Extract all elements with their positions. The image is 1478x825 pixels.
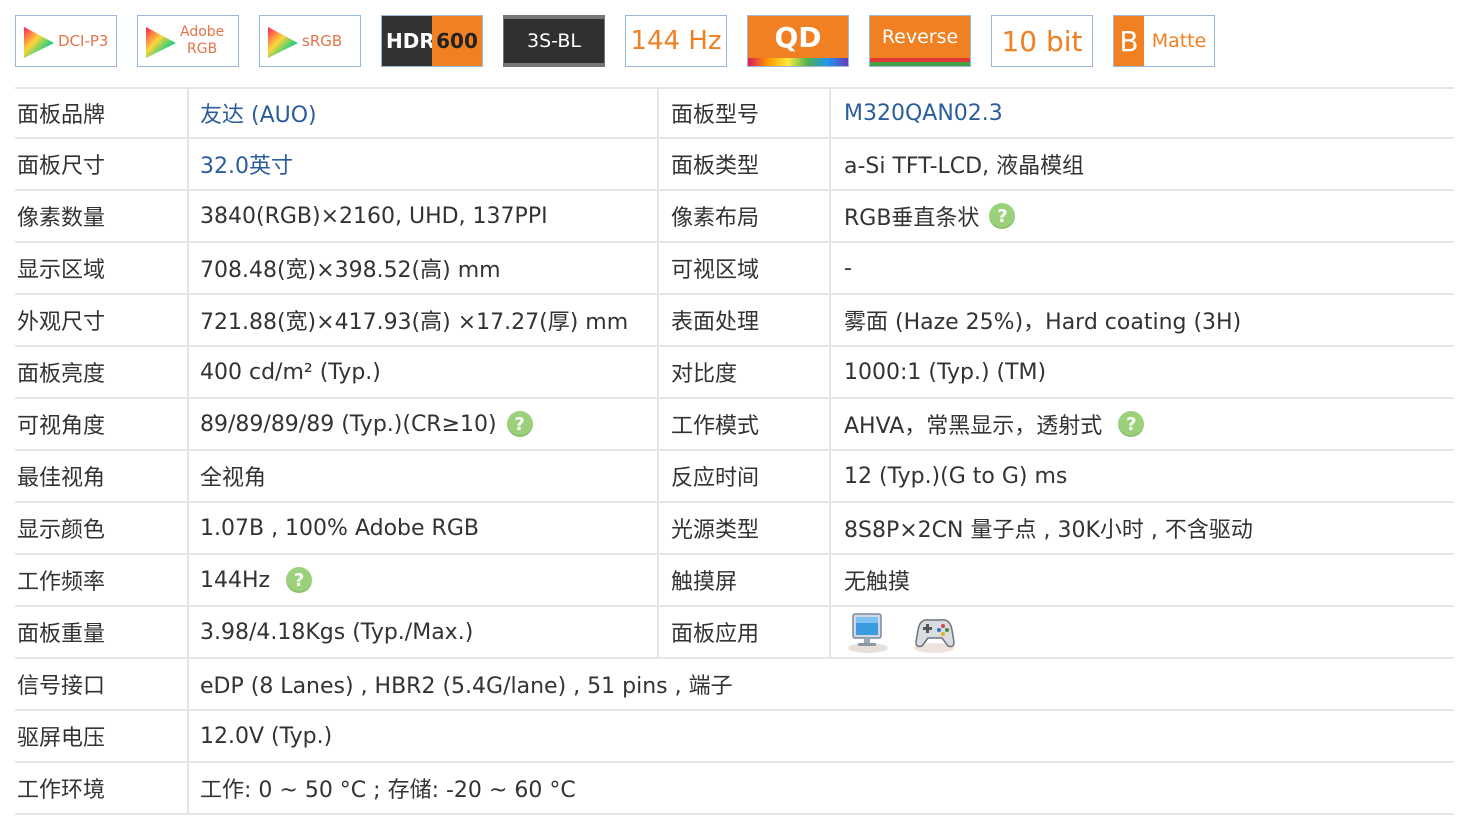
color-stripe <box>870 58 970 66</box>
spec-label: 可视角度 <box>17 414 106 439</box>
spec-value: 400 cd/m² (Typ.) <box>187 347 657 397</box>
spec-label: 驱屏电压 <box>17 726 106 751</box>
table-row: 面板重量 3.98/4.18Kgs (Typ./Max.) 面板应用 <box>15 607 1454 659</box>
spec-label: 反应时间 <box>657 451 829 501</box>
badge-dci-p3-label: DCI-P3 <box>58 32 109 50</box>
spec-value: 8S8P×2CN 量子点 , 30K小时 , 不含驱动 <box>829 503 1454 553</box>
gamepad-icon[interactable] <box>910 608 958 656</box>
table-row: 显示区域 708.48(宽)×398.52(高) mm 可视区域 - <box>15 243 1454 295</box>
table-row: 面板品牌 友达 (AUO) 面板型号 M320QAN02.3 <box>15 87 1454 139</box>
spec-label: 显示颜色 <box>17 518 106 543</box>
badge-3s-bl-label: 3S-BL <box>527 30 581 52</box>
spec-value: 无触摸 <box>829 555 1454 605</box>
spec-label: 表面处理 <box>657 295 829 345</box>
badge-10-bit[interactable]: 10 bit <box>991 15 1093 67</box>
spec-label: 面板应用 <box>657 607 829 657</box>
badge-adobe-rgb[interactable]: Adobe RGB <box>137 15 239 67</box>
table-row: 显示颜色 1.07B , 100% Adobe RGB 光源类型 8S8P×2C… <box>15 503 1454 555</box>
badge-10-bit-label: 10 bit <box>1001 24 1083 58</box>
spec-value: 721.88(宽)×417.93(高) ×17.27(厚) mm <box>187 295 657 345</box>
size-link[interactable]: 32.0英寸 <box>200 148 293 180</box>
spec-value: - <box>829 243 1454 293</box>
badge-dci-p3[interactable]: DCI-P3 <box>15 15 117 67</box>
spec-value: 1000:1 (Typ.) (TM) <box>829 347 1454 397</box>
spec-label: 面板品牌 <box>17 103 106 128</box>
table-row: 最佳视角 全视角 反应时间 12 (Typ.)(G to G) ms <box>15 451 1454 503</box>
spec-value: eDP (8 Lanes) , HBR2 (5.4G/lane) , 51 pi… <box>187 659 1454 709</box>
badge-reverse-label: Reverse <box>881 26 959 48</box>
spec-label: 光源类型 <box>657 503 829 553</box>
spec-value: 144Hz <box>200 567 271 593</box>
badge-srgb-label: sRGB <box>302 32 343 50</box>
table-row: 工作环境 工作: 0 ~ 50 °C ; 存储: -20 ~ 60 °C <box>15 763 1454 815</box>
spec-label: 面板尺寸 <box>17 154 106 179</box>
table-row: 外观尺寸 721.88(宽)×417.93(高) ×17.27(厚) mm 表面… <box>15 295 1454 347</box>
table-row: 驱屏电压 12.0V (Typ.) <box>15 711 1454 763</box>
badge-hdr-600[interactable]: HDR 600 <box>381 15 483 67</box>
spec-label: 外观尺寸 <box>17 310 106 335</box>
badge-matte-label: Matte <box>1151 30 1207 52</box>
model-link[interactable]: M320QAN02.3 <box>844 101 1003 126</box>
table-row: 像素数量 3840(RGB)×2160, UHD, 137PPI 像素布局 RG… <box>15 191 1454 243</box>
matte-letter-icon: B <box>1114 16 1144 66</box>
spec-label: 可视区域 <box>657 243 829 293</box>
badge-qd[interactable]: QD <box>747 15 849 67</box>
spec-label: 像素布局 <box>657 191 829 241</box>
badge-144hz[interactable]: 144 Hz <box>625 15 727 67</box>
spec-value: 12 (Typ.)(G to G) ms <box>829 451 1454 501</box>
spec-label: 触摸屏 <box>657 555 829 605</box>
help-icon[interactable]: ? <box>286 567 313 593</box>
spec-value: RGB垂直条状 <box>844 206 980 231</box>
rainbow-stripe <box>748 58 848 66</box>
spec-value: 雾面 (Haze 25%)，Hard coating (3H) <box>829 295 1454 345</box>
panel-spec-table: 面板品牌 友达 (AUO) 面板型号 M320QAN02.3 面板尺寸 32.0… <box>15 87 1454 815</box>
feature-badges: DCI-P3 Adobe RGB sRGB HDR 600 3S-BL 144 … <box>15 15 1225 69</box>
spec-label: 工作频率 <box>17 570 106 595</box>
spec-label: 面板型号 <box>657 89 829 137</box>
table-row: 面板尺寸 32.0英寸 面板类型 a-Si TFT-LCD, 液晶模组 <box>15 139 1454 191</box>
spec-value: 全视角 <box>187 451 657 501</box>
badge-srgb[interactable]: sRGB <box>259 15 361 67</box>
table-row: 工作频率 144Hz ? 触摸屏 无触摸 <box>15 555 1454 607</box>
badge-hdr-level: 600 <box>432 16 482 66</box>
table-row: 可视角度 89/89/89/89 (Typ.)(CR≥10) ? 工作模式 AH… <box>15 399 1454 451</box>
help-icon[interactable]: ? <box>506 411 533 437</box>
badge-adobe-label-1: Adobe <box>180 24 225 40</box>
spec-value: 708.48(宽)×398.52(高) mm <box>187 243 657 293</box>
spec-value: 3840(RGB)×2160, UHD, 137PPI <box>187 191 657 241</box>
spec-label: 对比度 <box>657 347 829 397</box>
table-row: 面板亮度 400 cd/m² (Typ.) 对比度 1000:1 (Typ.) … <box>15 347 1454 399</box>
spec-label: 面板类型 <box>657 139 829 189</box>
spec-label: 面板亮度 <box>17 362 106 387</box>
spec-value: 89/89/89/89 (Typ.)(CR≥10) <box>200 411 497 437</box>
spec-value: AHVA，常黑显示，透射式 <box>844 414 1103 439</box>
badge-matte[interactable]: B Matte <box>1113 15 1215 67</box>
help-icon[interactable]: ? <box>1118 411 1145 437</box>
spec-label: 最佳视角 <box>17 466 106 491</box>
spec-value: 工作: 0 ~ 50 °C ; 存储: -20 ~ 60 °C <box>187 763 1454 813</box>
spec-label: 工作模式 <box>657 399 829 449</box>
spec-value: 1.07B , 100% Adobe RGB <box>187 503 657 553</box>
table-row: 信号接口 eDP (8 Lanes) , HBR2 (5.4G/lane) , … <box>15 659 1454 711</box>
badge-adobe-label-2: RGB <box>187 41 218 57</box>
monitor-icon[interactable] <box>844 608 892 656</box>
spec-value: a-Si TFT-LCD, 液晶模组 <box>829 139 1454 189</box>
spec-label: 信号接口 <box>17 674 106 699</box>
spec-label: 面板重量 <box>17 622 106 647</box>
badge-reverse[interactable]: Reverse <box>869 15 971 67</box>
badge-144hz-label: 144 Hz <box>630 26 722 56</box>
brand-link[interactable]: 友达 (AUO) <box>200 97 317 129</box>
spec-value: 3.98/4.18Kgs (Typ./Max.) <box>187 607 657 657</box>
badge-qd-label: QD <box>774 20 822 54</box>
spec-label: 工作环境 <box>17 778 106 803</box>
help-icon[interactable]: ? <box>989 203 1016 229</box>
spec-value: 12.0V (Typ.) <box>187 711 1454 761</box>
badge-3s-bl[interactable]: 3S-BL <box>503 15 605 67</box>
spec-label: 显示区域 <box>17 258 106 283</box>
spec-label: 像素数量 <box>17 206 106 231</box>
